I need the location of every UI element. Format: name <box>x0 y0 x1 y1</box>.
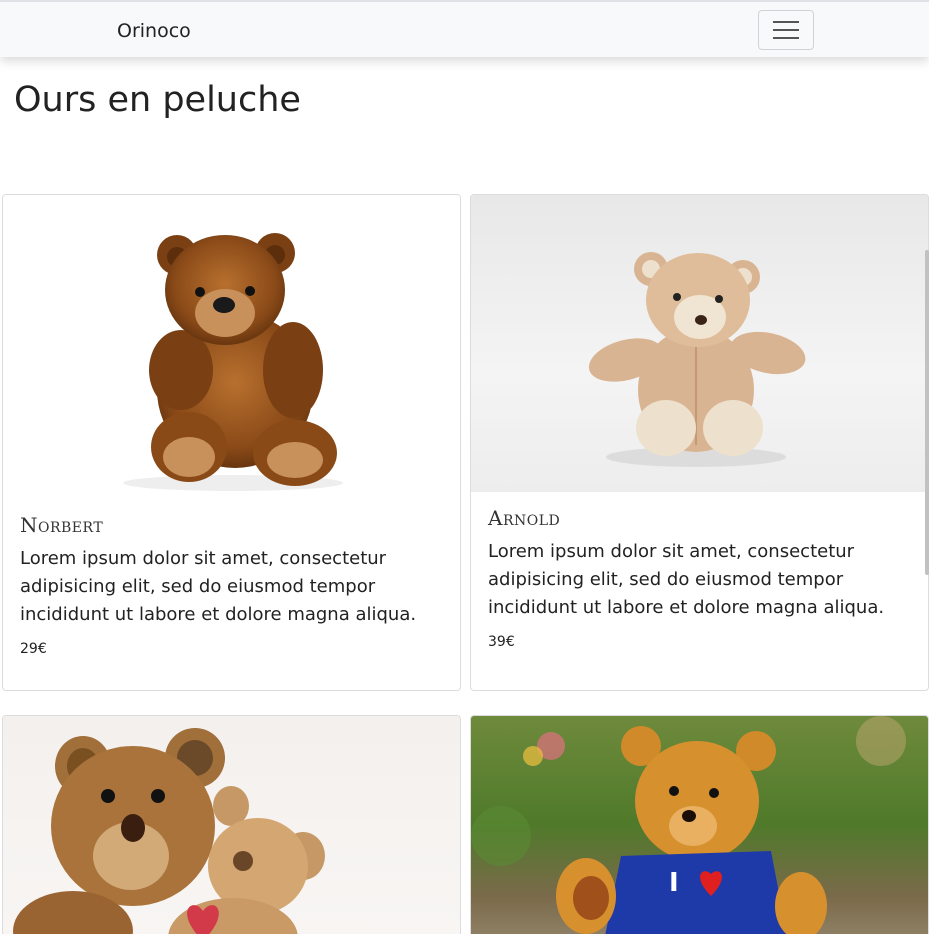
product-price: 29€ <box>20 641 47 657</box>
product-card-4[interactable]: I <box>470 715 929 934</box>
navbar: Orinoco <box>0 0 929 57</box>
product-image-4: I <box>471 716 928 934</box>
product-image-norbert <box>3 195 460 495</box>
page-scrollbar[interactable] <box>925 250 929 575</box>
product-name: Arnold <box>488 506 561 530</box>
product-card-arnold[interactable]: Arnold Lorem ipsum dolor sit amet, conse… <box>470 194 929 691</box>
page-title: Ours en peluche <box>14 80 301 120</box>
svg-text:I: I <box>669 868 679 898</box>
hamburger-icon <box>773 21 799 39</box>
navbar-toggler-button[interactable] <box>758 10 814 50</box>
product-description: Lorem ipsum dolor sit amet, consectetur … <box>20 548 417 625</box>
product-image-arnold <box>471 195 928 492</box>
product-card-3[interactable] <box>2 715 461 934</box>
product-image-3 <box>3 716 460 934</box>
brand-link[interactable]: Orinoco <box>117 20 191 42</box>
product-price: 39€ <box>488 634 515 650</box>
product-description: Lorem ipsum dolor sit amet, consectetur … <box>488 541 885 618</box>
product-name: Norbert <box>20 513 104 537</box>
product-card-norbert[interactable]: Norbert Lorem ipsum dolor sit amet, cons… <box>2 194 461 691</box>
